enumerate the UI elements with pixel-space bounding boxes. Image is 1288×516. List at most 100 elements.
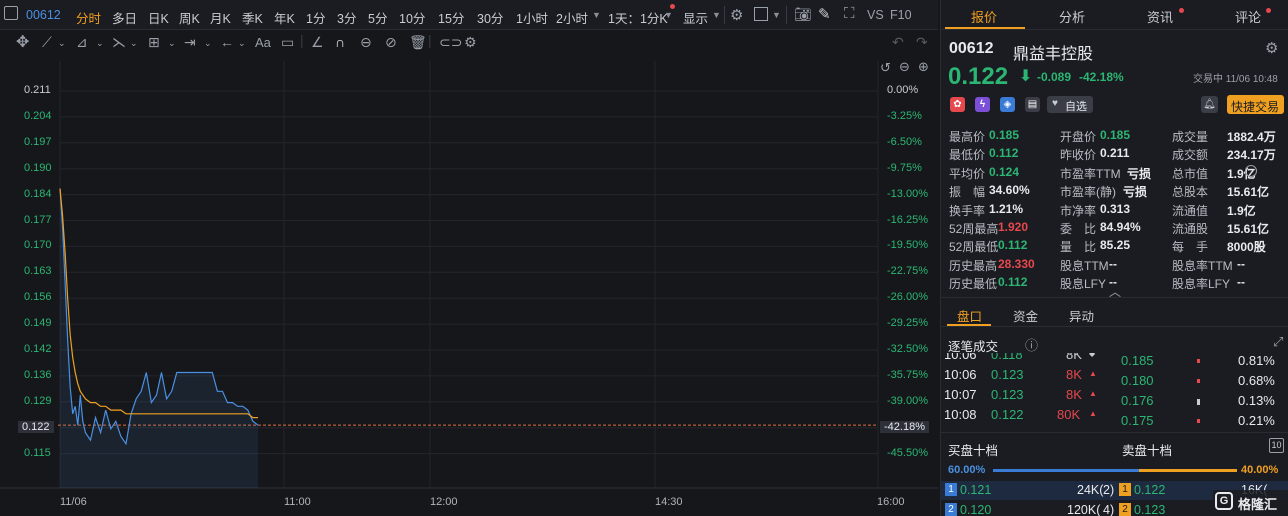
period-tab-15分[interactable]: 15分 — [438, 8, 464, 27]
tab-comments[interactable]: 评论 — [1235, 7, 1261, 26]
stat-label: 历史最低 — [949, 277, 998, 292]
line-tool-icon[interactable]: ⟋ — [42, 34, 52, 51]
separator: | — [428, 32, 432, 48]
period-tab-1分[interactable]: 1分 — [306, 8, 325, 27]
reset-icon[interactable]: ↺ — [880, 60, 891, 76]
volume-bar — [1197, 399, 1200, 405]
fullscreen-icon[interactable]: ⛶ — [844, 5, 855, 22]
period-tab-分时[interactable]: 分时 — [76, 8, 101, 27]
layout-icon[interactable] — [754, 7, 768, 21]
display-menu[interactable]: 显示 — [683, 8, 708, 27]
settings-gear-icon[interactable]: ⚙ — [1265, 39, 1278, 57]
chevron-down-icon[interactable]: ⌄ — [96, 38, 104, 49]
price-level-pct: 0.68% — [1238, 373, 1275, 388]
text-tool-icon[interactable]: Aa — [255, 35, 271, 50]
ten-level-icon[interactable]: 10 — [1269, 438, 1284, 453]
tab-news[interactable]: 资讯 — [1147, 7, 1173, 26]
period-tab-30分[interactable]: 30分 — [477, 8, 503, 27]
period-tab-2小时[interactable]: 2小时 — [556, 8, 588, 27]
hide-icon[interactable]: ⊘ — [385, 34, 397, 51]
period-tab-日K[interactable]: 日K — [148, 8, 169, 27]
lightning-icon[interactable]: ϟ — [975, 97, 990, 112]
move-cross-icon[interactable]: ✥ — [16, 32, 29, 52]
chevron-down-icon[interactable]: ▼ — [772, 10, 781, 20]
time-tick-label: 12:00 — [430, 496, 458, 508]
sidebar-toggle-icon[interactable] — [4, 6, 18, 20]
chevron-down-icon[interactable]: ▼ — [712, 10, 721, 20]
add-watchlist-button[interactable]: ♥ 自选 — [1047, 96, 1093, 113]
link-icon[interactable]: ⊂⊃ — [439, 34, 462, 51]
period-tab-10分[interactable]: 10分 — [399, 8, 425, 27]
chevron-down-icon[interactable]: ⌄ — [238, 38, 246, 49]
arrow-tool-icon[interactable]: ← — [220, 34, 234, 50]
period-tab-1小时[interactable]: 1小时 — [516, 8, 548, 27]
percent-tick-label: -3.25% — [887, 109, 922, 122]
range-tool-icon[interactable]: ⇥ — [184, 34, 196, 51]
heart-icon: ♥ — [1052, 98, 1058, 109]
stat-label: 市净率 — [1060, 203, 1097, 218]
pencil-icon[interactable]: ✎ — [818, 5, 831, 23]
separator: | — [300, 32, 304, 48]
stat-label: 成交额 — [1172, 148, 1209, 163]
draw-settings-icon[interactable]: ⚙ — [464, 34, 477, 51]
magnet-icon[interactable]: ∩ — [335, 34, 345, 50]
trend-tool-icon[interactable]: ⊿ — [76, 34, 88, 51]
f10-button[interactable]: F10 — [890, 8, 912, 22]
settings-gear-icon[interactable]: ⚙ — [730, 6, 743, 24]
trash-icon[interactable]: 🗑︎ — [409, 34, 427, 51]
quick-trade-button[interactable]: 快捷交易 — [1227, 95, 1284, 114]
tab-orderbook[interactable]: 盘口 — [957, 306, 982, 325]
zoom-in-icon[interactable]: ⊕ — [918, 59, 929, 75]
stat-label: 市盈率TTM — [1060, 166, 1121, 181]
period-tab-1天1分K[interactable]: 1天：1分K — [608, 8, 668, 27]
info-icon[interactable]: ⓘ — [1025, 335, 1038, 354]
expand-icon[interactable]: ⤢ — [1273, 334, 1283, 350]
compare-button[interactable]: VS — [867, 8, 884, 22]
bid-level: 2 — [945, 503, 957, 516]
period-tab-多日[interactable]: 多日 — [112, 8, 137, 27]
time-tick-label: 11:00 — [284, 496, 311, 508]
period-tab-月K[interactable]: 月K — [210, 8, 231, 27]
camera-icon[interactable]: 📷︎ — [794, 6, 812, 23]
chevron-down-icon[interactable]: ▼ — [664, 10, 673, 20]
bell-icon[interactable]: 🔔︎ — [1201, 96, 1218, 113]
period-tab-年K[interactable]: 年K — [274, 8, 295, 27]
note-icon[interactable]: ▤ — [1025, 97, 1040, 112]
stat-value: 0.313 — [1100, 201, 1131, 216]
percent-tick-label: -35.75% — [887, 368, 928, 381]
period-tab-3分[interactable]: 3分 — [337, 8, 356, 27]
tab-analysis[interactable]: 分析 — [1059, 7, 1085, 26]
chevron-down-icon[interactable]: ▼ — [592, 10, 601, 20]
stat-value: 234.17万 — [1227, 148, 1276, 163]
tab-movement[interactable]: 异动 — [1069, 306, 1094, 325]
tab-quote[interactable]: 报价 — [971, 7, 997, 26]
tick-volume: 80K — [1057, 407, 1081, 422]
period-tab-周K[interactable]: 周K — [179, 8, 200, 27]
percent-tick-label: -29.25% — [887, 317, 928, 330]
redo-icon[interactable]: ↷ — [916, 34, 928, 51]
chevron-down-icon[interactable]: ⌄ — [58, 38, 66, 49]
comment-tool-icon[interactable]: ▭ — [281, 34, 294, 51]
fib-tool-icon[interactable]: ⊞ — [148, 34, 160, 51]
zoom-out-icon[interactable]: ⊖ — [899, 59, 910, 75]
period-tab-季K[interactable]: 季K — [242, 8, 263, 27]
undo-icon[interactable]: ↶ — [892, 34, 904, 51]
more-icon[interactable]: ⋯ — [1245, 165, 1257, 177]
eye-icon[interactable]: ⊖ — [360, 34, 372, 51]
stat-label: 最低价 — [949, 148, 986, 163]
wave-tool-icon[interactable]: ⋋ — [112, 34, 126, 51]
price-tick-label: 0.129 — [24, 394, 52, 407]
hk-icon[interactable]: ✿ — [950, 97, 965, 112]
chevron-down-icon[interactable]: ⌄ — [130, 38, 138, 49]
chevron-down-icon[interactable]: ⌄ — [204, 38, 212, 49]
tag-icon[interactable]: ◈ — [1000, 97, 1015, 112]
tab-capital[interactable]: 资金 — [1013, 306, 1038, 325]
orderbook-header: 买盘十档 卖盘十档 10 — [941, 432, 1288, 460]
period-tab-5分[interactable]: 5分 — [368, 8, 387, 27]
price-level-pct: 0.13% — [1238, 393, 1275, 408]
tick-volume: 8K — [1066, 387, 1082, 402]
intraday-chart[interactable]: 0.211 0.204 0.197 0.190 0.184 0.177 0.170 0.163… — [0, 56, 938, 516]
tick-time: 10:06 — [944, 367, 977, 382]
chevron-down-icon[interactable]: ⌄ — [168, 38, 176, 49]
angle-tool-icon[interactable]: ∠ — [311, 34, 324, 51]
